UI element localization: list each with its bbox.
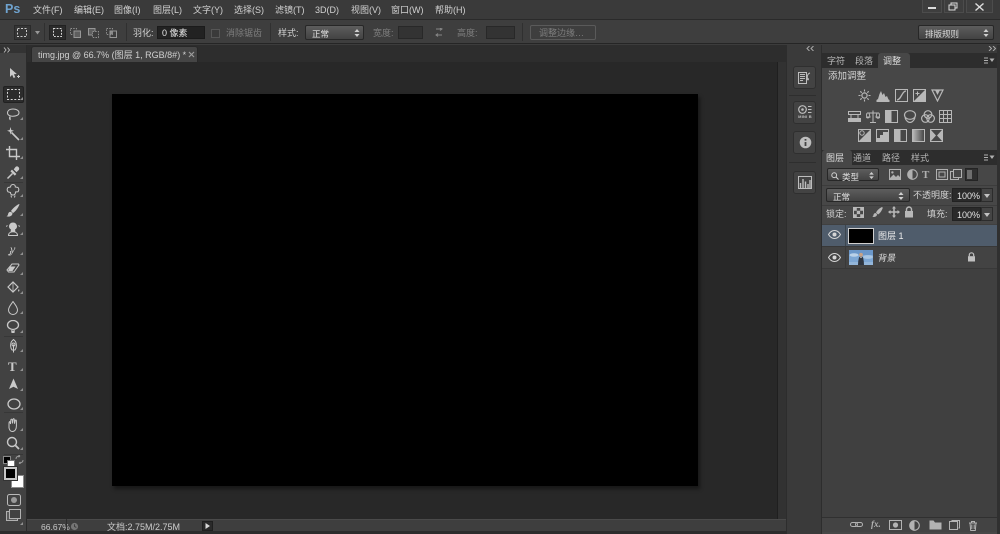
svg-text:y: y [9, 242, 16, 256]
